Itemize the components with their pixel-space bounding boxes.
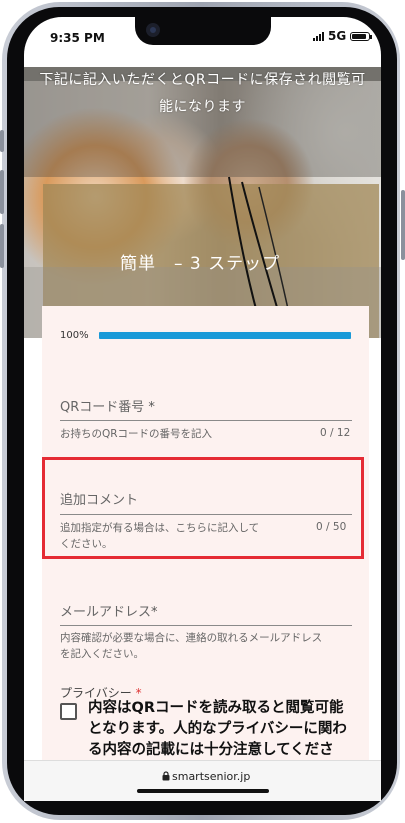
email-help: 内容確認が必要な場合に、連絡の取れるメールアドレス を記入ください。: [60, 630, 356, 662]
email-help-line-2: を記入ください。: [60, 648, 144, 660]
front-camera: [146, 23, 160, 37]
status-time: 9:35 PM: [50, 31, 105, 45]
email-input[interactable]: [60, 594, 352, 624]
email-help-line-1: 内容確認が必要な場合に、連絡の取れるメールアドレス: [60, 632, 323, 644]
privacy-checkbox[interactable]: [60, 703, 77, 720]
status-indicators: 5G: [313, 29, 373, 43]
qr-code-input[interactable]: [60, 390, 352, 420]
mute-switch: [0, 130, 4, 152]
progress-fill: [99, 332, 351, 339]
power-button: [401, 190, 405, 260]
steps-title: 簡単 – 3 ステップ: [120, 254, 281, 274]
volume-down-button: [0, 224, 4, 268]
progress-label: 100%: [60, 330, 89, 341]
url-domain: smartsenior.jp: [172, 770, 251, 783]
home-indicator[interactable]: [137, 789, 269, 793]
qr-code-underline: [60, 420, 352, 421]
progress-bar: [99, 332, 351, 339]
lock-icon: [162, 771, 170, 781]
qr-code-counter: 0 / 12: [320, 427, 351, 439]
intro-message: 下記に記入いただくとQRコードに保存され閲覧可 能になります: [24, 67, 381, 121]
intro-line-2: 能になります: [159, 99, 246, 115]
email-underline: [60, 625, 352, 626]
battery-icon: [350, 31, 373, 41]
volume-up-button: [0, 170, 4, 214]
qr-code-help: お持ちのQRコードの番号を記入: [60, 428, 213, 440]
intro-line-1: 下記に記入いただくとQRコードに保存され閲覧可: [39, 72, 366, 88]
signal-icon: [313, 31, 324, 41]
network-type: 5G: [328, 29, 347, 43]
highlight-box: [42, 457, 364, 559]
